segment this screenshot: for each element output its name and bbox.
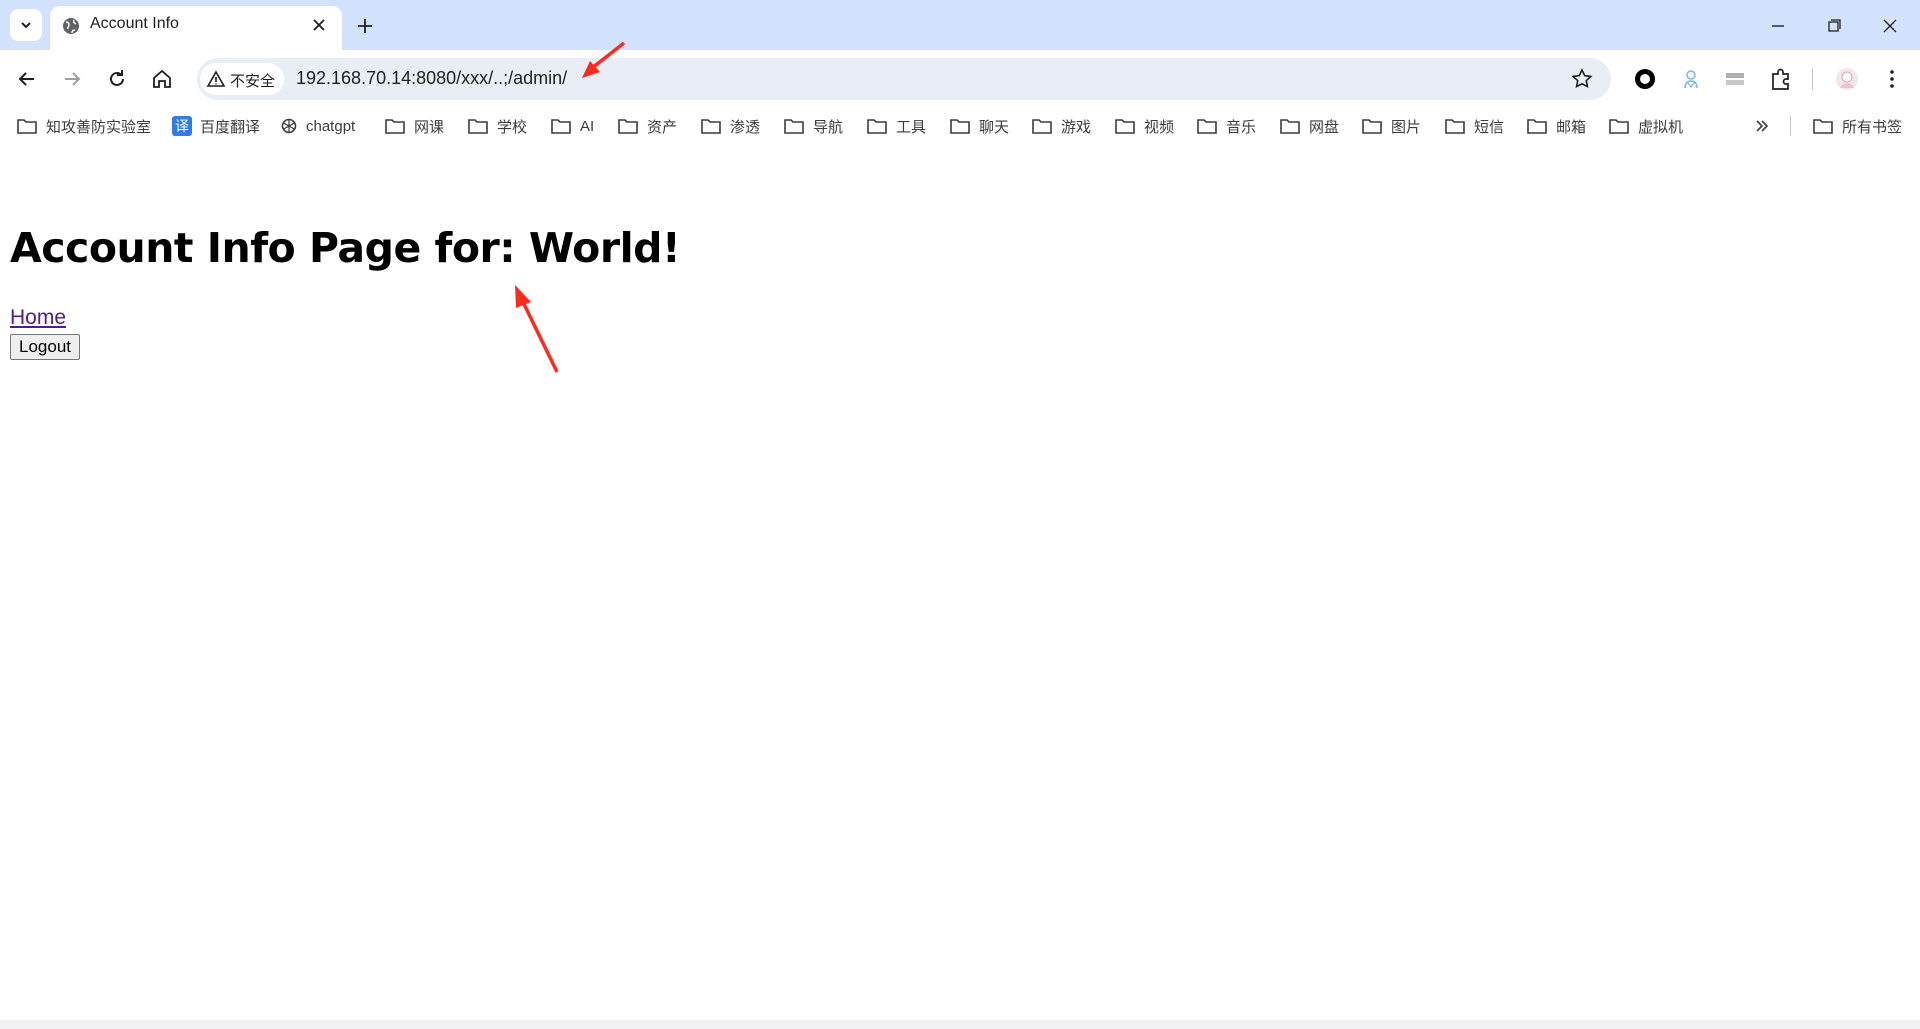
bookmark-label: 视频 bbox=[1144, 118, 1175, 136]
folder-icon bbox=[1527, 119, 1547, 134]
annotation-arrow-heading bbox=[515, 285, 559, 373]
bookmark-star-icon[interactable] bbox=[1570, 67, 1594, 91]
all-bookmarks-button[interactable]: 所有书签 bbox=[1812, 113, 1902, 139]
bookmark-label: 渗透 bbox=[730, 118, 761, 136]
close-window-icon[interactable] bbox=[1878, 14, 1902, 38]
svg-text:译: 译 bbox=[175, 119, 189, 135]
annotation-arrows bbox=[515, 41, 626, 373]
bookmark-label: 学校 bbox=[497, 118, 528, 136]
folder-icon bbox=[17, 119, 37, 134]
logout-button[interactable]: Logout bbox=[10, 334, 80, 360]
home-link[interactable]: Home bbox=[10, 306, 66, 330]
bookmark-item[interactable]: 导航 bbox=[783, 113, 843, 139]
bookmark-item[interactable]: 游戏 bbox=[1031, 113, 1091, 139]
bookmark-item[interactable]: 图片 bbox=[1361, 113, 1421, 139]
bookmark-item[interactable]: 译 百度翻译 bbox=[172, 113, 260, 139]
bookmark-label: AI bbox=[580, 117, 595, 135]
bookmark-item[interactable]: AI bbox=[550, 113, 594, 139]
openai-icon bbox=[281, 118, 297, 134]
bookmark-item[interactable]: 学校 bbox=[467, 113, 527, 139]
profile-avatar-icon[interactable] bbox=[1834, 66, 1860, 92]
forward-arrow-icon[interactable] bbox=[60, 67, 84, 91]
security-label: 不安全 bbox=[230, 73, 276, 90]
bookmarks-overflow-button[interactable] bbox=[1754, 113, 1778, 139]
reload-icon[interactable] bbox=[105, 67, 129, 91]
bookmark-label: 游戏 bbox=[1061, 118, 1092, 136]
all-bookmarks-label: 所有书签 bbox=[1842, 118, 1903, 136]
bookmark-item[interactable]: 视频 bbox=[1114, 113, 1174, 139]
folder-icon bbox=[1445, 119, 1465, 134]
new-tab-icon[interactable] bbox=[354, 15, 376, 37]
bookmark-item[interactable]: 邮箱 bbox=[1526, 113, 1586, 139]
warning-icon bbox=[206, 70, 226, 87]
bookmark-item[interactable]: 网盘 bbox=[1279, 113, 1339, 139]
folder-icon bbox=[1197, 119, 1217, 134]
folder-icon bbox=[1115, 119, 1135, 134]
back-arrow-icon[interactable] bbox=[15, 67, 39, 91]
menu-kebab-icon[interactable] bbox=[1880, 67, 1904, 91]
bookmark-label: 资产 bbox=[647, 118, 678, 136]
bookmark-item[interactable]: 短信 bbox=[1444, 113, 1504, 139]
home-icon[interactable] bbox=[150, 67, 174, 91]
bookmark-label: 知攻善防实验室 bbox=[46, 118, 152, 136]
bookmark-label: 工具 bbox=[896, 118, 927, 136]
restore-icon[interactable] bbox=[1822, 14, 1846, 38]
folder-icon bbox=[468, 119, 488, 134]
close-icon[interactable] bbox=[309, 15, 329, 35]
folder-icon bbox=[1813, 119, 1833, 134]
bookmark-label: 邮箱 bbox=[1556, 118, 1587, 136]
folder-icon bbox=[1362, 119, 1382, 134]
folder-icon bbox=[1609, 119, 1629, 134]
bookmark-item[interactable]: chatgpt bbox=[280, 113, 355, 139]
folder-icon bbox=[784, 119, 804, 134]
bookmark-item[interactable]: 音乐 bbox=[1196, 113, 1256, 139]
folder-icon bbox=[551, 119, 571, 134]
minimize-icon[interactable] bbox=[1766, 14, 1790, 38]
extension-circle-icon[interactable] bbox=[1632, 66, 1658, 92]
url-text[interactable]: 192.168.70.14:8080/xxx/..;/admin/ bbox=[296, 68, 567, 89]
extension-layers-icon[interactable] bbox=[1722, 66, 1748, 92]
folder-icon bbox=[385, 119, 405, 134]
folder-icon bbox=[1032, 119, 1052, 134]
bookmark-label: 网课 bbox=[414, 118, 445, 136]
folder-icon bbox=[618, 119, 638, 134]
bookmark-label: 导航 bbox=[813, 118, 844, 136]
bookmark-label: 音乐 bbox=[1226, 118, 1257, 136]
bookmark-item[interactable]: 渗透 bbox=[700, 113, 760, 139]
folder-icon bbox=[950, 119, 970, 134]
page-heading: Account Info Page for: World! bbox=[10, 224, 681, 272]
bookmark-label: 图片 bbox=[1391, 118, 1422, 136]
folder-icon bbox=[701, 119, 721, 134]
bookmark-label: 百度翻译 bbox=[200, 118, 261, 136]
folder-icon bbox=[867, 119, 887, 134]
extensions-puzzle-icon[interactable] bbox=[1768, 66, 1794, 92]
bookmark-item[interactable]: 资产 bbox=[617, 113, 677, 139]
folder-icon bbox=[1280, 119, 1300, 134]
extension-person-icon[interactable] bbox=[1678, 66, 1704, 92]
bookmark-item[interactable]: 网课 bbox=[384, 113, 444, 139]
bookmark-item[interactable]: 知攻善防实验室 bbox=[16, 113, 151, 139]
bookmark-item[interactable]: 工具 bbox=[866, 113, 926, 139]
bookmark-label: 网盘 bbox=[1309, 118, 1340, 136]
tab-title: Account Info bbox=[90, 15, 179, 32]
double-chevron-right-icon bbox=[1756, 120, 1769, 132]
bookmark-label: 虚拟机 bbox=[1638, 118, 1684, 136]
toolbar-divider bbox=[1812, 68, 1813, 90]
bookmarks-divider bbox=[1790, 116, 1791, 136]
bookmark-label: 聊天 bbox=[979, 118, 1010, 136]
bookmark-item[interactable]: 虚拟机 bbox=[1608, 113, 1683, 139]
translate-icon: 译 bbox=[172, 116, 192, 136]
bookmark-label: chatgpt bbox=[306, 117, 356, 135]
bookmark-item[interactable]: 聊天 bbox=[949, 113, 1009, 139]
window-bottom-edge bbox=[0, 1020, 1920, 1029]
globe-icon bbox=[63, 18, 79, 34]
tab-search-button[interactable] bbox=[10, 9, 42, 41]
bookmark-label: 短信 bbox=[1474, 118, 1505, 136]
chevron-down-icon bbox=[21, 22, 31, 29]
